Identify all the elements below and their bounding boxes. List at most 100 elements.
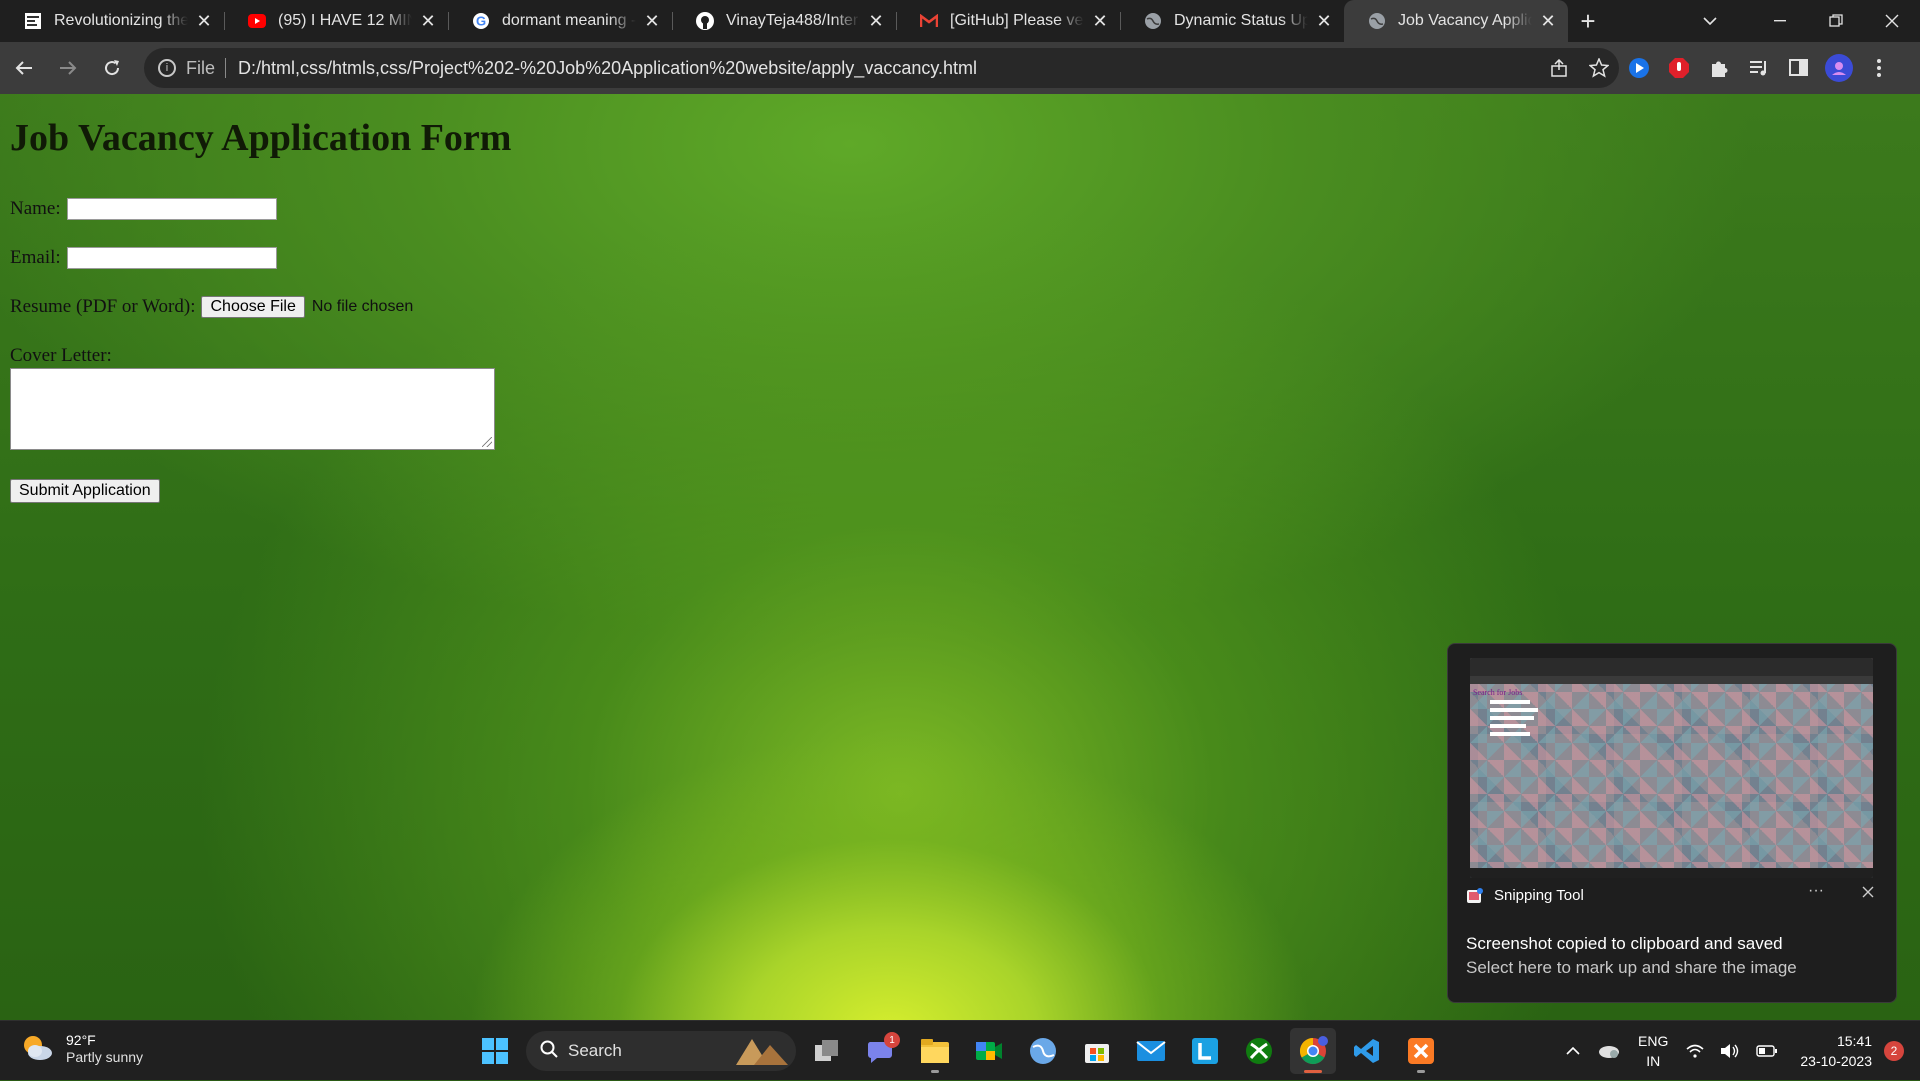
profile-avatar[interactable] (1819, 48, 1859, 88)
resize-grip-icon[interactable] (482, 437, 492, 447)
tab-0[interactable]: Revolutionizing the Job ✕ (0, 0, 224, 42)
new-tab-button[interactable]: + (1568, 0, 1608, 42)
running-indicator (1417, 1070, 1425, 1073)
notification-badge[interactable]: 2 (1884, 1041, 1904, 1061)
page-title: Job Vacancy Application Form (10, 117, 512, 159)
tab-title: Dynamic Status Update (1174, 12, 1308, 29)
tab-4[interactable]: [GitHub] Please verify ✕ (896, 0, 1120, 42)
email-row: Email: (10, 247, 277, 269)
youtube-icon (248, 12, 266, 30)
url-text[interactable]: D:/html,css/htmls,css/Project%202-%20Job… (238, 58, 1539, 79)
restore-icon[interactable] (1808, 0, 1864, 42)
email-label: Email: (10, 247, 61, 268)
close-window-icon[interactable] (1864, 0, 1920, 42)
gmail-icon (920, 12, 938, 30)
address-bar[interactable]: i File D:/html,css/htmls,css/Project%202… (144, 48, 1619, 88)
close-tab-icon[interactable]: ✕ (194, 11, 214, 32)
onedrive-cloud-icon[interactable] (1596, 1043, 1620, 1059)
forward-arrow-icon[interactable] (48, 48, 88, 88)
volume-icon[interactable] (1720, 1043, 1740, 1059)
google-icon: G (472, 12, 490, 30)
tab-title: Job Vacancy Application (1398, 12, 1532, 29)
system-tray: ENG IN 15:41 23-10-2023 2 (1558, 1021, 1920, 1081)
browser-toolbar: i File D:/html,css/htmls,css/Project%202… (0, 42, 1920, 94)
region-code: IN (1646, 1053, 1661, 1069)
close-tab-icon[interactable]: ✕ (1314, 11, 1334, 32)
bookmark-star-icon[interactable] (1579, 58, 1619, 78)
extensions-puzzle-icon[interactable] (1699, 48, 1739, 88)
chat-badge: 1 (884, 1032, 900, 1048)
file-explorer-icon[interactable] (912, 1028, 958, 1074)
resume-label: Resume (PDF or Word): (10, 296, 196, 317)
tab-title: dormant meaning - Google (502, 12, 636, 29)
chevron-up-icon[interactable] (1566, 1047, 1580, 1055)
media-control-icon[interactable] (1739, 48, 1779, 88)
adblock-icon[interactable] (1659, 48, 1699, 88)
task-view-icon[interactable] (804, 1028, 850, 1074)
tab-search-chevron-icon[interactable] (1690, 0, 1730, 42)
xampp-icon[interactable] (1398, 1028, 1444, 1074)
thumb-page-title: Search for Jobs (1473, 688, 1523, 697)
browser-globe-icon[interactable] (1020, 1028, 1066, 1074)
partly-sunny-icon (20, 1031, 54, 1065)
clock-date: 23-10-2023 (1800, 1053, 1872, 1069)
close-tab-icon[interactable]: ✕ (866, 11, 886, 32)
name-label: Name: (10, 198, 61, 219)
side-panel-icon[interactable] (1779, 48, 1819, 88)
tab-title: [GitHub] Please verify (950, 12, 1084, 29)
info-icon[interactable]: i (158, 59, 176, 77)
minimize-icon[interactable] (1752, 0, 1808, 42)
notification-app-name: Snipping Tool (1494, 887, 1584, 904)
choose-file-button[interactable]: Choose File (201, 296, 305, 318)
more-options-icon[interactable]: ··· (1808, 882, 1824, 900)
taskbar-search[interactable]: Search (526, 1031, 796, 1071)
tab-1[interactable]: (95) I HAVE 12 MINUTES ✕ (224, 0, 448, 42)
email-input[interactable] (66, 247, 277, 269)
back-arrow-icon[interactable] (4, 48, 44, 88)
avatar (1825, 54, 1853, 82)
wifi-icon[interactable] (1686, 1044, 1704, 1058)
close-icon[interactable] (1862, 882, 1874, 903)
tab-2[interactable]: G dormant meaning - Google ✕ (448, 0, 672, 42)
close-tab-icon[interactable]: ✕ (418, 11, 438, 32)
mail-icon[interactable] (1128, 1028, 1174, 1074)
thumb-tabbar (1470, 658, 1873, 676)
tab-6-active[interactable]: Job Vacancy Application ✕ (1344, 0, 1568, 42)
snipping-tool-icon (1466, 887, 1484, 905)
tab-title: VinayTeja488/Internship (726, 12, 860, 29)
cover-letter-textarea[interactable] (10, 368, 495, 450)
close-tab-icon[interactable]: ✕ (642, 11, 662, 32)
thumb-toolbar (1470, 676, 1873, 684)
microsoft-store-icon[interactable] (1074, 1028, 1120, 1074)
reload-icon[interactable] (92, 48, 132, 88)
google-meet-icon[interactable] (966, 1028, 1012, 1074)
tab-3[interactable]: VinayTeja488/Internship ✕ (672, 0, 896, 42)
xbox-icon[interactable] (1236, 1028, 1282, 1074)
close-tab-icon[interactable]: ✕ (1090, 11, 1110, 32)
l-app-icon[interactable] (1182, 1028, 1228, 1074)
language-indicator[interactable]: ENG IN (1638, 1031, 1668, 1071)
chrome-icon[interactable] (1290, 1028, 1336, 1074)
extension-blue-icon[interactable] (1619, 48, 1659, 88)
file-status: No file chosen (311, 298, 414, 315)
close-tab-icon[interactable]: ✕ (1538, 11, 1558, 32)
snipping-tool-notification[interactable]: Search for Jobs Snipping Tool ··· Screen… (1447, 643, 1897, 1003)
windows-taskbar: 92°F Partly sunny Search 1 ENG IN 15:41 … (0, 1020, 1920, 1080)
battery-icon[interactable] (1756, 1045, 1778, 1057)
resume-row: Resume (PDF or Word): Choose File No fil… (10, 296, 413, 318)
menu-kebab-icon[interactable] (1859, 48, 1899, 88)
tab-5[interactable]: Dynamic Status Update ✕ (1120, 0, 1344, 42)
name-input[interactable] (66, 198, 277, 220)
screenshot-thumbnail[interactable]: Search for Jobs (1470, 658, 1873, 878)
vscode-icon[interactable] (1344, 1028, 1390, 1074)
running-indicator (931, 1070, 939, 1073)
teams-chat-icon[interactable]: 1 (858, 1028, 904, 1074)
weather-widget[interactable]: 92°F Partly sunny (20, 1031, 143, 1065)
clock[interactable]: 15:41 23-10-2023 (1800, 1031, 1872, 1071)
submit-application-button[interactable]: Submit Application (10, 479, 160, 503)
share-icon[interactable] (1539, 59, 1579, 77)
search-highlight-icon (730, 1035, 790, 1071)
weather-condition: Partly sunny (66, 1049, 144, 1065)
thumb-line (1490, 700, 1530, 704)
windows-start-icon[interactable] (472, 1028, 518, 1074)
